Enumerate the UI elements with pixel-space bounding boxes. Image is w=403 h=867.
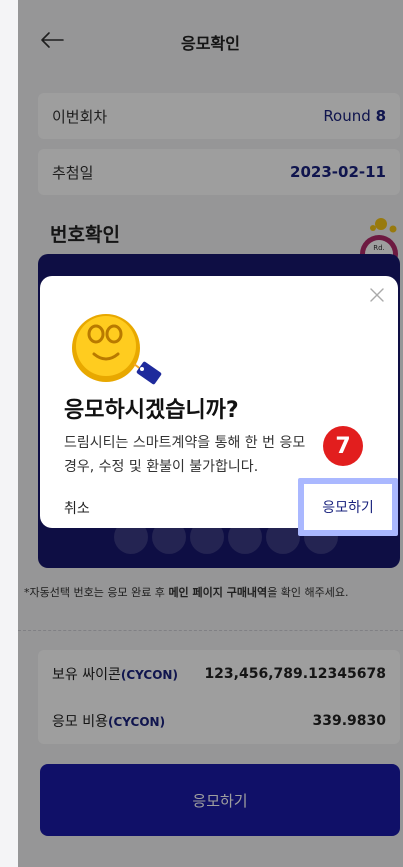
dialog-title: 응모하시겠습니까? [64,398,239,423]
close-icon[interactable] [368,286,386,304]
left-margin [0,0,18,867]
cancel-button[interactable]: 취소 [64,498,90,518]
coin-mascot-icon [72,314,162,385]
step-badge: 7 [323,426,363,466]
confirm-apply-button[interactable]: 응모하기 [304,484,392,530]
